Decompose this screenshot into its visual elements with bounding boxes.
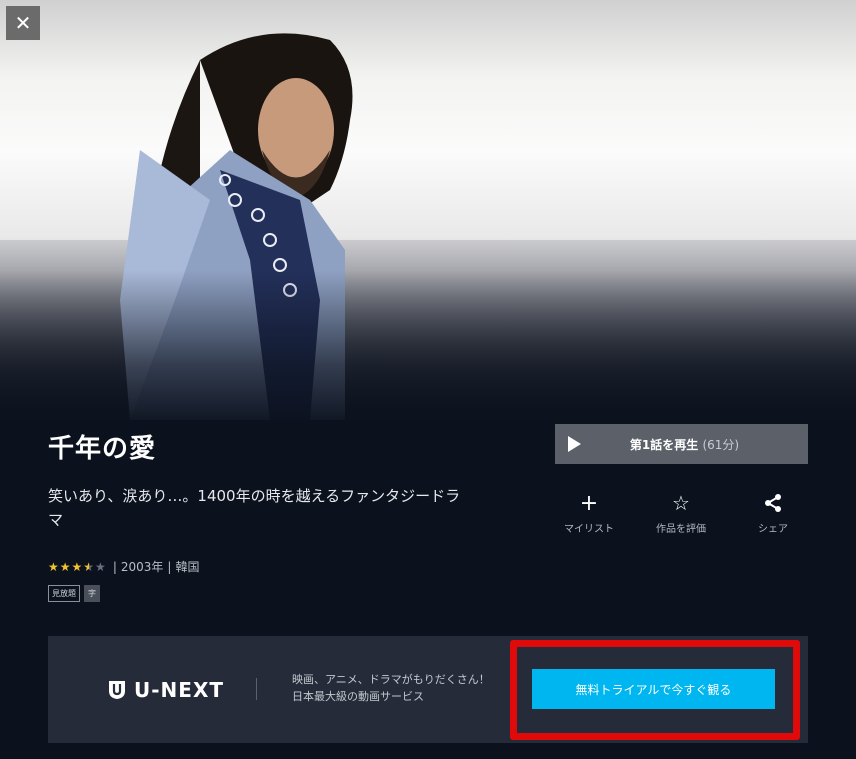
mylist-label: マイリスト	[564, 524, 614, 535]
synopsis: 笑いあり、涙あり…。1400年の時を越えるファンタジードラマ	[48, 487, 461, 529]
star-half-icon: ★	[83, 559, 96, 574]
tag-list: 見放題 字	[48, 585, 100, 602]
share-icon	[764, 492, 782, 514]
meta-separator: |	[167, 559, 172, 574]
promo-copy-line1: 映画、アニメ、ドラマがもりだくさん！	[292, 673, 490, 686]
hero-fade	[0, 270, 856, 430]
page-title: 千年の愛	[48, 434, 157, 464]
meta-row: ★★★★★ | 2003年 | 韓国	[48, 558, 199, 575]
play-label-text: 第1話を再生	[629, 437, 699, 452]
promo-divider	[256, 678, 257, 700]
close-button[interactable]: ✕	[6, 6, 40, 40]
promo-banner: U-NEXT 映画、アニメ、ドラマがもりだくさん！ 日本最大級の動画サービス 無…	[48, 636, 808, 743]
detail-modal: ✕ 千年の愛 笑いあり、涙あり…。1400年の時を越えるファンタジードラマ ★★…	[0, 0, 856, 759]
star-outline-icon: ☆	[672, 491, 690, 515]
close-icon: ✕	[14, 11, 32, 35]
share-button[interactable]: シェア	[738, 492, 808, 535]
meta-separator: |	[112, 559, 117, 574]
star-empty-icon: ★	[95, 559, 107, 574]
play-icon	[568, 436, 581, 452]
meta-country: 韓国	[175, 560, 200, 574]
share-label: シェア	[758, 524, 788, 535]
action-bar: + マイリスト ☆ 作品を評価 シェア	[554, 490, 808, 536]
tag-subtitle: 字	[84, 585, 100, 602]
unext-logo: U-NEXT	[108, 678, 224, 702]
tag-unlimited: 見放題	[48, 585, 80, 602]
play-label: 第1話を再生 (61分)	[581, 436, 808, 453]
plus-icon: +	[579, 490, 599, 516]
free-trial-button[interactable]: 無料トライアルで今すぐ観る	[532, 669, 775, 709]
play-episode-button[interactable]: 第1話を再生 (61分)	[555, 424, 808, 464]
unext-wordmark: U-NEXT	[134, 678, 225, 702]
hero-image	[0, 0, 856, 430]
unext-shield-icon	[109, 681, 125, 699]
star-filled-icon: ★★★	[48, 559, 84, 574]
promo-copy-line2: 日本最大級の動画サービス	[292, 690, 424, 703]
rating-stars: ★★★★★	[48, 560, 107, 574]
mylist-button[interactable]: + マイリスト	[554, 490, 624, 536]
rate-label: 作品を評価	[656, 524, 706, 535]
meta-year: 2003年	[120, 560, 164, 574]
rate-button[interactable]: ☆ 作品を評価	[646, 491, 716, 535]
promo-copy: 映画、アニメ、ドラマがもりだくさん！ 日本最大級の動画サービス	[292, 671, 490, 705]
play-duration: (61分)	[702, 437, 740, 452]
